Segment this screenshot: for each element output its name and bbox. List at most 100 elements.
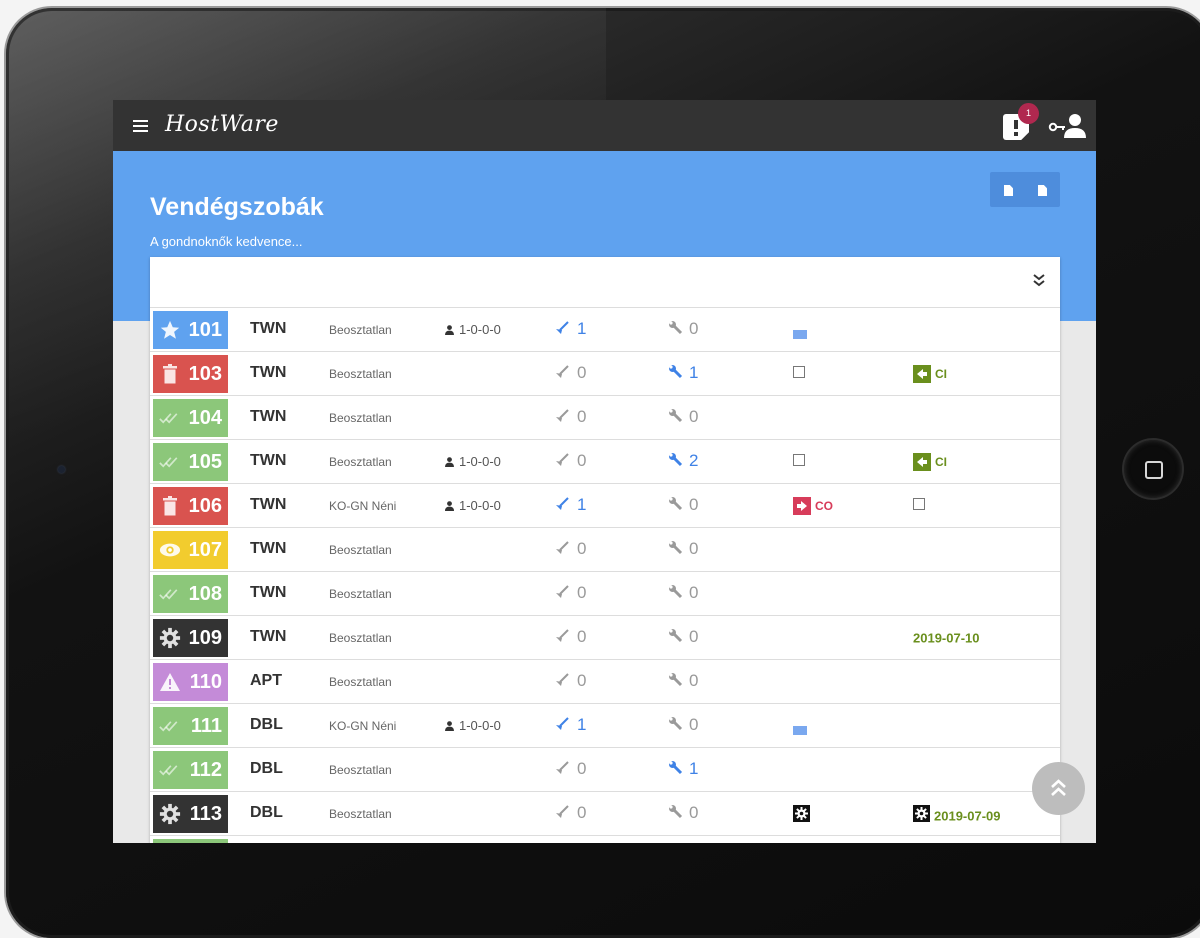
cleaning-count[interactable]: 1 bbox=[555, 319, 586, 339]
guest-count-text: 1-0-0-0 bbox=[459, 718, 501, 733]
chevron-double-up-icon bbox=[1051, 779, 1066, 796]
maintenance-count[interactable]: 0 bbox=[668, 495, 698, 515]
room-row[interactable]: 113 DBL Beosztatlan 0 0 2019-07-09 bbox=[150, 792, 1060, 836]
maintenance-count[interactable]: 0 bbox=[668, 803, 698, 823]
wrench-icon bbox=[668, 715, 689, 734]
room-number: 110 bbox=[189, 671, 222, 693]
cleaning-count[interactable]: 0 bbox=[555, 803, 586, 823]
room-status-tile[interactable]: 107 bbox=[153, 531, 228, 569]
cleaning-count-text: 1 bbox=[577, 715, 587, 734]
cleaning-count[interactable]: 0 bbox=[555, 407, 586, 427]
checkout-label: CO bbox=[815, 499, 833, 513]
arrow-left-icon bbox=[913, 365, 931, 383]
cleaning-count[interactable]: 0 bbox=[555, 451, 586, 471]
room-row[interactable]: 112 DBL Beosztatlan 0 1 bbox=[150, 748, 1060, 792]
chevron-double-down-icon[interactable] bbox=[1032, 272, 1046, 288]
assignee-label[interactable]: Beosztatlan bbox=[329, 807, 392, 821]
room-number: 103 bbox=[188, 363, 222, 385]
assignee-label[interactable]: Beosztatlan bbox=[329, 367, 392, 381]
document-icon[interactable] bbox=[1038, 185, 1047, 196]
cleaning-count[interactable]: 0 bbox=[555, 363, 586, 383]
maintenance-count[interactable]: 0 bbox=[668, 583, 698, 603]
room-status-tile[interactable]: 112 bbox=[153, 751, 228, 789]
checkout-badge[interactable]: CO bbox=[793, 497, 833, 515]
cleaning-count-text: 0 bbox=[577, 451, 587, 470]
cleaning-count[interactable]: 0 bbox=[555, 759, 586, 779]
cleaning-count-text: 0 bbox=[577, 671, 587, 690]
assignee-label[interactable]: KO-GN Néni bbox=[329, 719, 396, 733]
checkin-badge[interactable]: CI bbox=[913, 365, 947, 383]
maintenance-count[interactable]: 0 bbox=[668, 319, 698, 339]
maintenance-count[interactable]: 0 bbox=[668, 715, 698, 735]
guest-count: 1-0-0-0 bbox=[445, 718, 501, 733]
room-status-tile[interactable]: 109 bbox=[153, 619, 228, 657]
cleaning-count[interactable]: 1 bbox=[555, 715, 586, 735]
check-icon bbox=[159, 575, 181, 613]
wrench-icon bbox=[668, 803, 689, 822]
broom-icon bbox=[555, 759, 577, 778]
room-status-tile[interactable]: 103 bbox=[153, 355, 228, 393]
assignee-label[interactable]: Beosztatlan bbox=[329, 763, 392, 777]
cleaning-count-text: 0 bbox=[577, 539, 587, 558]
maintenance-count[interactable]: 1 bbox=[668, 759, 698, 779]
home-button[interactable] bbox=[1124, 440, 1182, 498]
cleaning-count[interactable]: 0 bbox=[555, 583, 586, 603]
assignee-label[interactable]: Beosztatlan bbox=[329, 323, 392, 337]
app-logo[interactable]: HostWare bbox=[165, 112, 279, 137]
assignee-label[interactable]: Beosztatlan bbox=[329, 631, 392, 645]
room-status-tile[interactable]: 105 bbox=[153, 443, 228, 481]
cleaning-count[interactable]: 0 bbox=[555, 627, 586, 647]
scroll-to-top-button[interactable] bbox=[1032, 762, 1085, 815]
broom-icon bbox=[555, 627, 577, 646]
maintenance-count[interactable]: 0 bbox=[668, 671, 698, 691]
document-icon[interactable] bbox=[1004, 185, 1013, 196]
room-row[interactable]: 106 TWN KO-GN Néni 1-0-0-0 1 0 CO bbox=[150, 484, 1060, 528]
assignee-label[interactable]: Beosztatlan bbox=[329, 675, 392, 689]
room-row[interactable]: 111 DBL KO-GN Néni 1-0-0-0 1 0 bbox=[150, 704, 1060, 748]
broom-icon bbox=[555, 407, 577, 426]
checkin-badge[interactable]: CI bbox=[913, 453, 947, 471]
room-status-tile[interactable]: 108 bbox=[153, 575, 228, 613]
broom-icon bbox=[555, 803, 577, 822]
room-status-tile[interactable]: 113 bbox=[153, 795, 228, 833]
person-icon bbox=[445, 454, 459, 469]
maintenance-count-text: 0 bbox=[689, 671, 699, 690]
room-checkbox[interactable] bbox=[793, 453, 805, 471]
room-row[interactable]: 103 TWN Beosztatlan 0 1 CI bbox=[150, 352, 1060, 396]
assignee-label[interactable]: Beosztatlan bbox=[329, 543, 392, 557]
cleaning-count[interactable]: 1 bbox=[555, 495, 586, 515]
assignee-label[interactable]: Beosztatlan bbox=[329, 411, 392, 425]
room-row[interactable]: 107 TWN Beosztatlan 0 0 bbox=[150, 528, 1060, 572]
maintenance-count[interactable]: 2 bbox=[668, 451, 698, 471]
assignee-label[interactable]: Beosztatlan bbox=[329, 587, 392, 601]
room-status-tile[interactable]: 104 bbox=[153, 399, 228, 437]
room-status-tile[interactable] bbox=[153, 839, 228, 843]
maintenance-count[interactable]: 0 bbox=[668, 539, 698, 559]
cleaning-count[interactable]: 0 bbox=[555, 539, 586, 559]
user-key-icon[interactable] bbox=[1047, 110, 1087, 140]
room-row[interactable]: 104 TWN Beosztatlan 0 0 bbox=[150, 396, 1060, 440]
room-row[interactable]: 101 TWN Beosztatlan 1-0-0-0 1 0 bbox=[150, 308, 1060, 352]
room-row[interactable]: 105 TWN Beosztatlan 1-0-0-0 0 2 CI bbox=[150, 440, 1060, 484]
room-row[interactable]: 110 APT Beosztatlan 0 0 bbox=[150, 660, 1060, 704]
room-row[interactable] bbox=[150, 836, 1060, 843]
maintenance-count[interactable]: 0 bbox=[668, 627, 698, 647]
maintenance-count[interactable]: 0 bbox=[668, 407, 698, 427]
document-buttons bbox=[990, 172, 1060, 207]
room-checkbox[interactable] bbox=[913, 497, 925, 515]
room-row[interactable]: 109 TWN Beosztatlan 0 0 2019-07-10 bbox=[150, 616, 1060, 660]
maintenance-count[interactable]: 1 bbox=[668, 363, 698, 383]
room-row[interactable]: 108 TWN Beosztatlan 0 0 bbox=[150, 572, 1060, 616]
cleaning-count[interactable]: 0 bbox=[555, 671, 586, 691]
room-status-tile[interactable]: 101 bbox=[153, 311, 228, 349]
room-status-tile[interactable]: 106 bbox=[153, 487, 228, 525]
trash-icon bbox=[159, 355, 181, 393]
menu-icon[interactable] bbox=[133, 120, 148, 135]
wrench-icon bbox=[668, 451, 689, 470]
room-type: TWN bbox=[250, 584, 287, 601]
assignee-label[interactable]: KO-GN Néni bbox=[329, 499, 396, 513]
room-status-tile[interactable]: 110 bbox=[153, 663, 228, 701]
assignee-label[interactable]: Beosztatlan bbox=[329, 455, 392, 469]
room-status-tile[interactable]: 111 bbox=[153, 707, 228, 745]
room-checkbox[interactable] bbox=[793, 365, 805, 383]
